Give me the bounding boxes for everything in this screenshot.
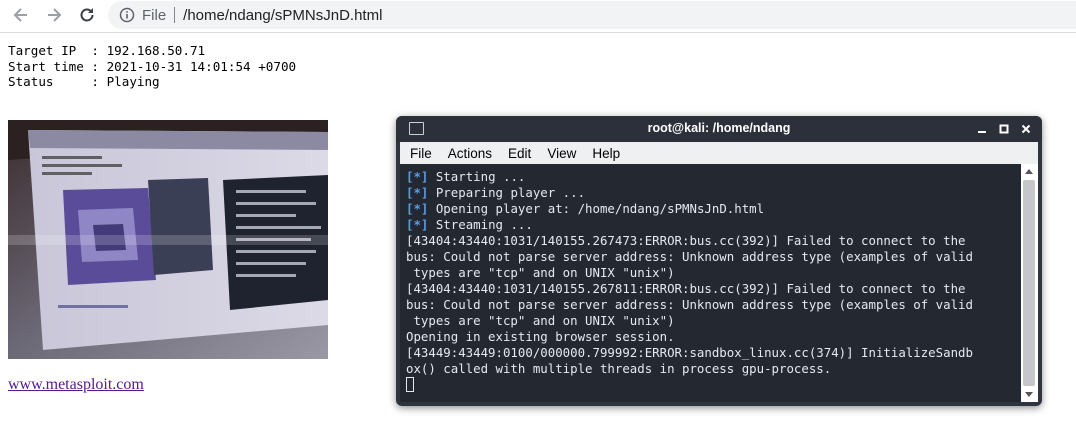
browser-toolbar: File /home/ndang/sPMNsJnD.html xyxy=(0,0,1076,33)
metasploit-link[interactable]: www.metasploit.com xyxy=(8,376,144,394)
log-line: types are "tcp" and on UNIX "unix") xyxy=(406,265,675,280)
info-line-target-ip: Target IP : 192.168.50.71 xyxy=(8,43,206,58)
terminal-cursor xyxy=(406,377,414,392)
back-arrow-icon[interactable] xyxy=(9,4,33,26)
terminal-window: root@kali: /home/ndang File Actions Edit… xyxy=(396,116,1042,406)
info-line-start-time: Start time : 2021-10-31 14:01:54 +0700 xyxy=(8,58,297,74)
log-line: [43449:43449:0100/000000.799992:ERROR:sa… xyxy=(406,345,973,360)
menu-view[interactable]: View xyxy=(547,146,576,161)
log-line: [43404:43440:1031/140155.267473:ERROR:bu… xyxy=(406,233,966,248)
terminal-output[interactable]: [*] Starting ... [*] Preparing player ..… xyxy=(400,164,1021,402)
status-text: Starting ... xyxy=(428,169,526,184)
scroll-down-icon[interactable] xyxy=(1025,392,1033,397)
status-bullet: [*] xyxy=(406,201,429,216)
terminal-lines: [*] Starting ... [*] Preparing player ..… xyxy=(406,169,973,394)
forward-arrow-icon[interactable] xyxy=(42,4,66,26)
maximize-icon[interactable] xyxy=(996,121,1012,137)
status-line: [*] Starting ... xyxy=(406,169,525,184)
terminal-title: root@kali: /home/ndang xyxy=(647,121,791,135)
status-line: [*] Streaming ... xyxy=(406,217,533,232)
url-text[interactable]: /home/ndang/sPMNsJnD.html xyxy=(183,7,382,24)
status-line: [*] Opening player at: /home/ndang/sPMNs… xyxy=(406,201,764,216)
info-icon[interactable] xyxy=(118,6,136,24)
scrollbar-thumb[interactable] xyxy=(1023,180,1035,386)
status-bullet: [*] xyxy=(406,185,429,200)
status-bullet: [*] xyxy=(406,217,429,232)
scroll-up-icon[interactable] xyxy=(1025,169,1033,174)
menu-help[interactable]: Help xyxy=(592,146,620,161)
menu-edit[interactable]: Edit xyxy=(508,146,531,161)
log-line: [43404:43440:1031/140155.267811:ERROR:bu… xyxy=(406,281,966,296)
log-line: Opening in existing browser session. xyxy=(406,329,675,344)
target-info: Target IP : 192.168.50.71 Start time : 2… xyxy=(8,43,296,90)
log-line: ox() called with multiple threads in pro… xyxy=(406,361,832,376)
status-text: Streaming ... xyxy=(428,217,533,232)
terminal-titlebar[interactable]: root@kali: /home/ndang xyxy=(396,116,1042,142)
status-text: Preparing player ... xyxy=(428,185,586,200)
log-line: types are "tcp" and on UNIX "unix") xyxy=(406,313,675,328)
terminal-menubar: File Actions Edit View Help xyxy=(400,142,1038,164)
terminal-scrollbar[interactable] xyxy=(1021,164,1038,402)
menu-actions[interactable]: Actions xyxy=(448,146,492,161)
menu-file[interactable]: File xyxy=(410,146,432,161)
status-line: [*] Preparing player ... xyxy=(406,185,585,200)
info-line-status: Status : Playing xyxy=(8,74,160,89)
address-bar[interactable]: File /home/ndang/sPMNsJnD.html xyxy=(108,1,1076,29)
status-text: Opening player at: /home/ndang/sPMNsJnD.… xyxy=(428,201,765,216)
address-separator xyxy=(174,7,176,23)
close-icon[interactable] xyxy=(1018,121,1034,137)
minimize-icon[interactable] xyxy=(974,121,990,137)
log-line: bus: Could not parse server address: Unk… xyxy=(406,297,973,312)
reload-icon[interactable] xyxy=(75,4,99,26)
status-bullet: [*] xyxy=(406,169,429,184)
webcam-stream-image xyxy=(8,120,328,359)
scheme-label: File xyxy=(142,6,167,24)
log-line: bus: Could not parse server address: Unk… xyxy=(406,249,973,264)
